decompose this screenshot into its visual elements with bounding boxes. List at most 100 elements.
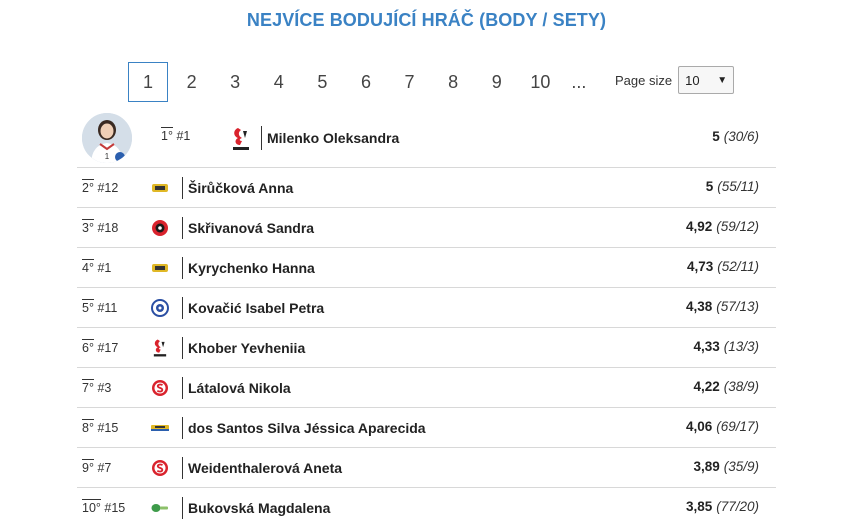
table-row[interactable]: 4° #1 Kyrychenko Hanna 4,73 (52/11) [77,248,776,288]
points-sets-detail: (52/11) [717,259,759,274]
player-name[interactable]: Kyrychenko Hanna [188,260,315,276]
score: 4,33 (13/3) [693,339,759,354]
rank-position: 1° [161,127,173,143]
table-row[interactable]: 2° #12 Širůčková Anna 5 (55/11) [77,168,776,208]
table-row[interactable]: 10° #15 Bukovská Magdalena 3,85 (77/20) [77,488,776,525]
rank: 6° #17 [82,339,119,355]
rank-position: 6° [82,339,94,355]
points-sets-detail: (38/9) [723,379,759,394]
jersey-number: #3 [97,381,112,395]
pagination: 1 2 3 4 5 6 7 8 9 10 ... [128,62,598,102]
score: 4,73 (52/11) [687,259,759,274]
table-row[interactable]: 9° #7 Weidenthalerová Aneta 3,89 (35/9) [77,448,776,488]
rank: 10° #15 [82,499,125,515]
player-name-cell: Weidenthalerová Aneta [182,457,342,479]
page-size-select[interactable]: 10 ▼ [678,66,735,94]
points-sets-detail: (69/17) [716,419,759,434]
player-name[interactable]: Skřivanová Sandra [188,220,314,236]
points-per-set: 5 [705,179,714,194]
rank: 4° #1 [82,259,112,275]
player-name[interactable]: Látalová Nikola [188,380,291,396]
page-10-button[interactable]: 10 [520,62,560,102]
caret-down-icon: ▼ [717,74,728,86]
rank-position: 7° [82,379,94,395]
player-ranking-list: 1 1° #1 Milenko Oleksandra 5 (30/6) 2° #1… [77,108,776,525]
green-team-logo-icon [150,498,170,518]
jp-logo-icon [230,126,252,152]
player-name[interactable]: Bukovská Magdalena [188,500,330,516]
rank-position: 9° [82,459,94,475]
player-name[interactable]: Milenko Oleksandra [267,130,399,146]
yellow-team-logo-icon [150,258,170,278]
rank: 5° #11 [82,299,118,315]
page-5-button[interactable]: 5 [302,62,342,102]
points-sets-detail: (57/13) [716,299,759,314]
player-name[interactable]: Khober Yevheniia [188,340,305,356]
rank-position: 5° [82,299,94,315]
rank: 3° #18 [82,219,119,235]
jersey-number: #18 [97,221,119,235]
page-4-button[interactable]: 4 [259,62,299,102]
player-name[interactable]: Weidenthalerová Aneta [188,460,342,476]
points-per-set: 3,89 [693,459,720,474]
table-row[interactable]: 6° #17 Khober Yevheniia 4,33 (13/3) [77,328,776,368]
player-name-cell: Milenko Oleksandra [261,126,399,150]
jersey-number: #17 [97,341,119,355]
table-row[interactable]: 8° #15 dos Santos Silva Jéssica Aparecid… [77,408,776,448]
score: 5 (30/6) [712,129,759,144]
yellow-team-logo-icon [150,178,170,198]
yellow-blue-team-logo-icon [150,418,170,438]
page-9-button[interactable]: 9 [477,62,517,102]
page-ellipsis[interactable]: ... [564,62,594,102]
jersey-number: #1 [97,261,112,275]
rank: 7° #3 [82,379,112,395]
points-sets-detail: (59/12) [716,219,759,234]
rank: 9° #7 [82,459,112,475]
points-sets-detail: (30/6) [723,129,759,144]
points-sets-detail: (13/3) [723,339,759,354]
jersey-number: #11 [97,301,118,315]
player-name[interactable]: Kovačić Isabel Petra [188,300,324,316]
red-black-team-logo-icon [150,218,170,238]
avatar: 1 [82,113,132,163]
red-s-team-logo-icon [150,458,170,478]
svg-text:1: 1 [105,152,110,161]
page-size-control: Page size 10 ▼ [615,66,735,94]
table-row[interactable]: 7° #3 Látalová Nikola 4,22 (38/9) [77,368,776,408]
table-row[interactable]: 3° #18 Skřivanová Sandra 4,92 (59/12) [77,208,776,248]
points-per-set: 4,38 [685,299,713,314]
page-6-button[interactable]: 6 [346,62,386,102]
rank: 8° #15 [82,419,118,435]
player-name-cell: Bukovská Magdalena [182,497,330,519]
player-name-cell: Khober Yevheniia [182,337,305,359]
score: 4,06 (69/17) [686,419,759,434]
score: 4,92 (59/12) [686,219,759,234]
page-size-value: 10 [685,72,700,88]
score: 4,22 (38/9) [693,379,759,394]
page-8-button[interactable]: 8 [433,62,473,102]
rank: 2° #12 [82,179,119,195]
points-sets-detail: (35/9) [723,459,759,474]
page-3-button[interactable]: 3 [215,62,255,102]
rank-position: 10° [82,499,101,515]
page-2-button[interactable]: 2 [172,62,212,102]
rank: 1° #1 [161,127,190,143]
page-size-label: Page size [615,72,673,88]
rank-position: 8° [82,419,94,435]
player-name-cell: Látalová Nikola [182,377,291,399]
player-name[interactable]: dos Santos Silva Jéssica Aparecida [188,420,426,436]
jersey-number: #7 [97,461,112,475]
player-name-cell: Kovačić Isabel Petra [182,297,324,319]
table-row[interactable]: 1 1° #1 Milenko Oleksandra 5 (30/6) [77,108,776,168]
points-per-set: 3,85 [685,499,713,514]
points-per-set: 4,06 [685,419,713,434]
jersey-number: #12 [97,181,119,195]
player-name-cell: Širůčková Anna [182,177,293,199]
jp-logo-icon [150,338,170,358]
table-row[interactable]: 5° #11 Kovačić Isabel Petra 4,38 (57/13) [77,288,776,328]
points-per-set: 5 [712,129,720,144]
rank-position: 2° [82,179,94,195]
player-name[interactable]: Širůčková Anna [188,180,293,196]
page-7-button[interactable]: 7 [390,62,430,102]
page-1-button[interactable]: 1 [128,62,168,102]
